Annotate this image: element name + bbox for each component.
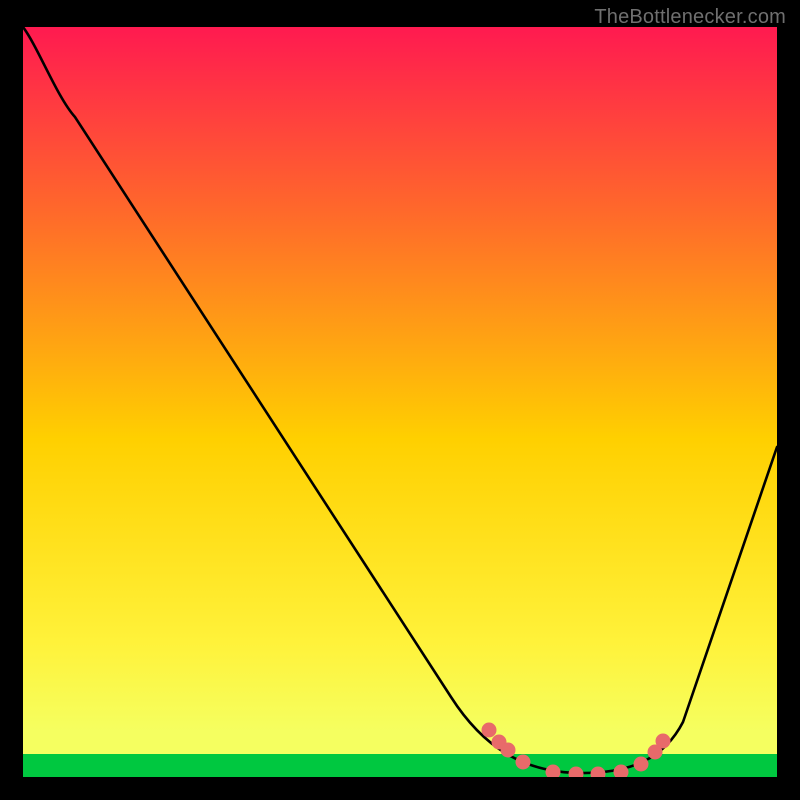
highlight-dot xyxy=(516,755,531,770)
plot-area xyxy=(23,27,777,777)
attribution-label: TheBottlenecker.com xyxy=(594,6,786,29)
highlight-dot xyxy=(482,723,497,738)
optimal-zone-band xyxy=(23,754,777,777)
bottleneck-chart xyxy=(23,27,777,777)
chart-frame: TheBottlenecker.com xyxy=(0,0,800,800)
highlight-dot xyxy=(634,757,649,772)
highlight-dot xyxy=(656,734,671,749)
highlight-dot xyxy=(501,743,516,758)
gradient-background xyxy=(23,27,777,777)
